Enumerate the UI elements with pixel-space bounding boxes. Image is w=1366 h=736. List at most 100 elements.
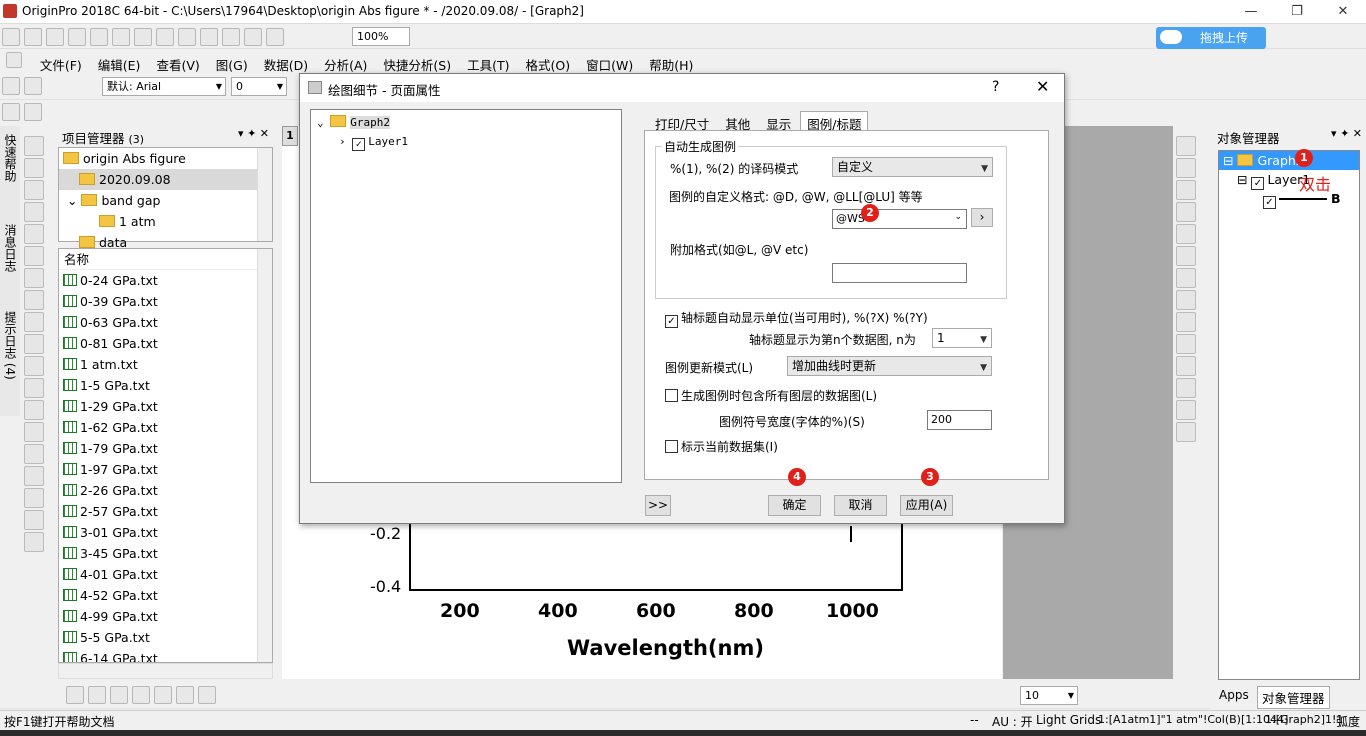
screen-reader-icon[interactable] bbox=[24, 224, 44, 244]
file-list-item[interactable]: 3-01 GPa.txt bbox=[59, 522, 272, 543]
dialog-close-button[interactable]: ✕ bbox=[1036, 77, 1049, 96]
tab-object-manager[interactable]: 对象管理器 bbox=[1257, 686, 1330, 709]
draw-data-icon[interactable] bbox=[24, 290, 44, 310]
file-list-item[interactable]: 0-81 GPa.txt bbox=[59, 333, 272, 354]
close-window-button[interactable]: ✕ bbox=[1320, 0, 1366, 24]
arrow-tool-icon[interactable] bbox=[24, 378, 44, 398]
new-layout-icon[interactable] bbox=[112, 28, 130, 46]
ok-button[interactable]: 确定 bbox=[768, 495, 821, 516]
extra-format-input[interactable] bbox=[832, 263, 967, 283]
hand-tool-icon[interactable] bbox=[24, 444, 44, 464]
save-project-icon[interactable] bbox=[200, 28, 218, 46]
status-au[interactable]: AU : 开 bbox=[992, 713, 1033, 730]
object-graph-node[interactable]: ⊟ Graph2 bbox=[1219, 151, 1359, 170]
box-icon[interactable] bbox=[175, 686, 194, 704]
layer-indicator[interactable]: 1 bbox=[282, 126, 298, 146]
new-graph-icon[interactable] bbox=[68, 28, 86, 46]
column-icon[interactable] bbox=[131, 686, 150, 704]
mask-icon[interactable] bbox=[24, 312, 44, 332]
custom-format-input[interactable]: @WS ⌄ bbox=[832, 209, 967, 229]
file-list-item[interactable]: 1-97 GPa.txt bbox=[59, 459, 272, 480]
pointer-icon[interactable] bbox=[24, 103, 42, 121]
help-button[interactable]: ? bbox=[992, 79, 999, 95]
insert-graph-icon[interactable] bbox=[24, 466, 44, 486]
font-size-combo[interactable]: 0 ▼ bbox=[231, 77, 287, 96]
file-list-item[interactable]: 1 atm.txt bbox=[59, 354, 272, 375]
file-list-item[interactable]: 4-52 GPa.txt bbox=[59, 585, 272, 606]
font-name-combo[interactable]: 默认: Arial ▼ bbox=[102, 77, 226, 96]
line-tool-icon[interactable] bbox=[24, 400, 44, 420]
tree-root-node[interactable]: ⌄ Graph2 bbox=[317, 115, 390, 129]
save-template-icon[interactable] bbox=[222, 28, 240, 46]
contour-icon[interactable] bbox=[153, 686, 172, 704]
status-unit[interactable]: 弧度 bbox=[1336, 713, 1360, 730]
embed-icon[interactable] bbox=[24, 510, 44, 530]
scale-tool-icon[interactable] bbox=[24, 202, 44, 222]
tree-item-root[interactable]: origin Abs figure bbox=[59, 148, 272, 169]
link-icon[interactable] bbox=[1176, 224, 1196, 244]
tree-item-1atm[interactable]: 1 atm bbox=[59, 211, 272, 232]
file-list-item[interactable]: 1-79 GPa.txt bbox=[59, 438, 272, 459]
new-matrix-icon[interactable] bbox=[46, 28, 64, 46]
mark-current-checkbox[interactable] bbox=[665, 440, 678, 453]
align-icon[interactable] bbox=[1176, 356, 1196, 376]
minimize-button[interactable]: — bbox=[1228, 0, 1274, 24]
insert-table-icon[interactable] bbox=[24, 488, 44, 508]
list-hscrollbar[interactable] bbox=[58, 663, 273, 679]
data-selector-icon[interactable] bbox=[24, 268, 44, 288]
line-symbol-icon[interactable] bbox=[109, 686, 128, 704]
zoom-in-tool-icon[interactable] bbox=[24, 158, 44, 178]
tree-layer-node[interactable]: › ✓ Layer1 bbox=[339, 135, 408, 151]
merge-icon[interactable] bbox=[1176, 246, 1196, 266]
include-all-option[interactable]: 生成图例时包含所有图层的数据图(L) bbox=[665, 387, 877, 404]
import-icon[interactable] bbox=[244, 28, 262, 46]
file-list-item[interactable]: 1-29 GPa.txt bbox=[59, 396, 272, 417]
layer-icon[interactable] bbox=[1176, 136, 1196, 156]
add-axis3-icon[interactable] bbox=[1176, 202, 1196, 222]
undo-icon[interactable] bbox=[2, 77, 20, 95]
scatter-icon[interactable] bbox=[87, 686, 106, 704]
axis-unit-option[interactable]: ✓ 轴标题自动显示单位(当可用时), %(?X) %(?Y) bbox=[665, 309, 928, 328]
file-list-item[interactable]: 2-26 GPa.txt bbox=[59, 480, 272, 501]
mark-current-option[interactable]: 标示当前数据集(I) bbox=[665, 438, 778, 455]
tree-item-band-gap[interactable]: ⌄ band gap bbox=[59, 190, 272, 211]
file-list-item[interactable]: 6-14 GPa.txt bbox=[59, 648, 272, 662]
expand-button[interactable]: >> bbox=[645, 495, 671, 516]
refresh-icon[interactable] bbox=[266, 28, 284, 46]
rect-tool-icon[interactable] bbox=[24, 422, 44, 442]
maximize-button[interactable]: ❐ bbox=[1274, 0, 1320, 24]
annotation-icon[interactable] bbox=[24, 356, 44, 376]
paste-icon[interactable] bbox=[24, 77, 42, 95]
side-tab-hint-log[interactable]: 提示日志 (4) bbox=[2, 311, 19, 380]
text-tool-icon[interactable] bbox=[24, 334, 44, 354]
axis-unit-checkbox[interactable]: ✓ bbox=[665, 315, 678, 328]
align2-icon[interactable] bbox=[1176, 378, 1196, 398]
file-list-item[interactable]: 4-99 GPa.txt bbox=[59, 606, 272, 627]
file-list-item[interactable]: 5-5 GPa.txt bbox=[59, 627, 272, 648]
tab-apps[interactable]: Apps bbox=[1219, 688, 1249, 702]
layout-icon[interactable] bbox=[1176, 268, 1196, 288]
include-all-checkbox[interactable] bbox=[665, 389, 678, 402]
file-list-item[interactable]: 2-57 GPa.txt bbox=[59, 501, 272, 522]
grid-icon[interactable] bbox=[1176, 290, 1196, 310]
update-mode-select[interactable]: 增加曲线时更新 ▼ bbox=[787, 356, 992, 376]
new-workbook-icon[interactable] bbox=[24, 28, 42, 46]
frame-icon[interactable] bbox=[1176, 334, 1196, 354]
line-width-combo[interactable]: 10 ▼ bbox=[1020, 686, 1078, 705]
file-list-item[interactable]: 1-5 GPa.txt bbox=[59, 375, 272, 396]
pointer-tool-icon[interactable] bbox=[24, 136, 44, 156]
zoom-combo[interactable]: 100% bbox=[352, 27, 410, 46]
3d-icon[interactable] bbox=[197, 686, 216, 704]
tree-scrollbar[interactable] bbox=[257, 148, 272, 241]
symbol-width-input[interactable]: 200 bbox=[927, 410, 992, 430]
open-template-icon[interactable] bbox=[178, 28, 196, 46]
file-list-item[interactable]: 0-63 GPa.txt bbox=[59, 312, 272, 333]
file-list-item[interactable]: 0-39 GPa.txt bbox=[59, 291, 272, 312]
tree-item-date[interactable]: 2020.09.08 bbox=[59, 169, 272, 190]
cancel-button[interactable]: 取消 bbox=[834, 495, 887, 516]
align3-icon[interactable] bbox=[1176, 400, 1196, 420]
add-axis2-icon[interactable] bbox=[1176, 180, 1196, 200]
grid2-icon[interactable] bbox=[1176, 312, 1196, 332]
status-grids[interactable]: Light Grids bbox=[1036, 713, 1101, 727]
object-plot-node[interactable]: ✓ B bbox=[1219, 189, 1359, 209]
